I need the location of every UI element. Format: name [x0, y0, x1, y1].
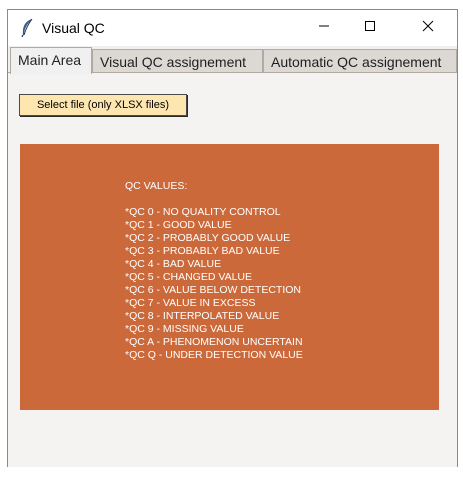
qc-value-line: *QC 2 - PROBABLY GOOD VALUE — [125, 232, 291, 244]
qc-heading: QC VALUES: — [125, 180, 188, 192]
minimize-button[interactable] — [301, 10, 347, 46]
qc-value-line: *QC 1 - GOOD VALUE — [125, 219, 232, 231]
tab-main-area[interactable]: Main Area — [10, 47, 92, 74]
qc-value-line: *QC 4 - BAD VALUE — [125, 258, 222, 270]
qc-value-line: *QC A - PHENOMENON UNCERTAIN — [125, 336, 303, 348]
qc-value-line: *QC 8 - INTERPOLATED VALUE — [125, 310, 280, 322]
title-bar[interactable]: Visual QC — [8, 10, 457, 46]
qc-value-line: *QC 0 - NO QUALITY CONTROL — [125, 206, 281, 218]
qc-values-text: QC VALUES: *QC 0 - NO QUALITY CONTROL *Q… — [125, 180, 303, 362]
maximize-icon — [364, 19, 376, 37]
qc-value-line: *QC 9 - MISSING VALUE — [125, 323, 244, 335]
main-area-pane: Select file (only XLSX files) QC VALUES:… — [8, 72, 457, 467]
qc-value-line: *QC 6 - VALUE BELOW DETECTION — [125, 284, 302, 296]
maximize-button[interactable] — [347, 10, 393, 46]
qc-value-line: *QC 5 - CHANGED VALUE — [125, 271, 252, 283]
select-file-button[interactable]: Select file (only XLSX files) — [19, 94, 187, 116]
window-title: Visual QC — [42, 20, 105, 36]
qc-value-line: *QC 3 - PROBABLY BAD VALUE — [125, 245, 280, 257]
close-icon — [422, 19, 434, 37]
qc-value-line: *QC 7 - VALUE IN EXCESS — [125, 297, 256, 309]
tab-automatic-qc-assignement[interactable]: Automatic QC assignement — [263, 49, 457, 73]
close-button[interactable] — [405, 10, 451, 46]
qc-values-panel: QC VALUES: *QC 0 - NO QUALITY CONTROL *Q… — [20, 144, 439, 410]
minimize-icon — [318, 19, 330, 37]
app-window: Visual QC Main Area Visual QC assignemen… — [7, 9, 458, 467]
tab-visual-qc-assignement[interactable]: Visual QC assignement — [92, 49, 263, 73]
tab-bar: Main Area Visual QC assignement Automati… — [8, 46, 457, 74]
qc-value-line: *QC Q - UNDER DETECTION VALUE — [125, 349, 303, 361]
feather-icon — [20, 18, 34, 38]
